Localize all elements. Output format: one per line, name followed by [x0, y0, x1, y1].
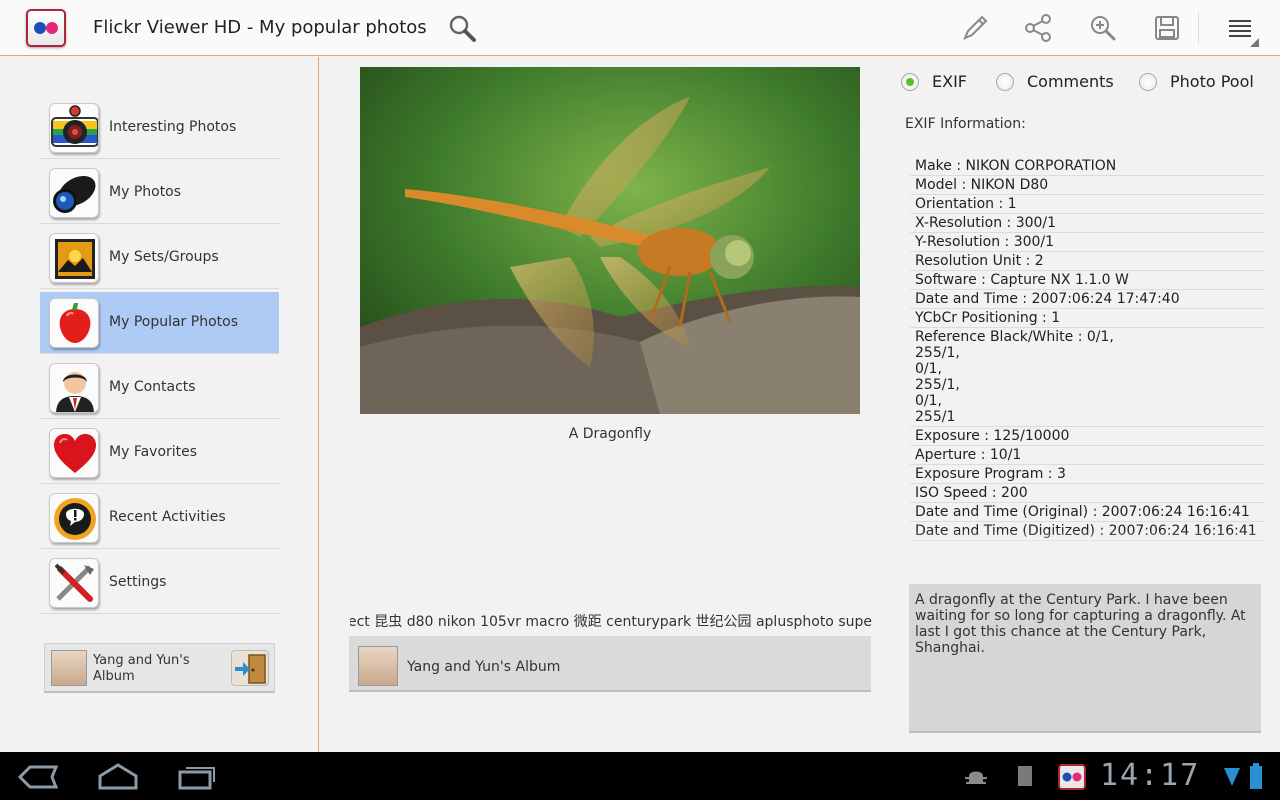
exif-row: Resolution Unit : 2: [910, 252, 1265, 271]
photo-description: A dragonfly at the Century Park. I have …: [909, 584, 1261, 733]
picture-icon: [49, 233, 99, 283]
photo-caption: A Dragonfly: [568, 426, 652, 442]
lens-icon: [49, 168, 99, 218]
account-card[interactable]: Yang and Yun's Album: [44, 643, 275, 693]
sd-card-icon: [1018, 766, 1032, 786]
wifi-icon: [1224, 768, 1240, 786]
sidebar-item-label: My Favorites: [109, 444, 198, 460]
exif-row: Y-Resolution : 300/1: [910, 233, 1265, 252]
account-name: Yang and Yun's Album: [93, 653, 190, 684]
edit-icon[interactable]: [959, 12, 991, 44]
tools-icon: [49, 558, 99, 608]
exif-row: Orientation : 1: [910, 195, 1265, 214]
album-name: Yang and Yun's Album: [407, 659, 561, 675]
album-link[interactable]: Yang and Yun's Album: [349, 636, 871, 692]
exif-row: Exposure : 125/10000: [910, 427, 1265, 446]
recent-apps-icon[interactable]: [176, 762, 220, 792]
exif-row: X-Resolution : 300/1: [910, 214, 1265, 233]
sidebar-item-my-photos[interactable]: My Photos: [40, 162, 279, 224]
action-bar: Flickr Viewer HD - My popular photos: [0, 0, 1280, 56]
photo-view[interactable]: [360, 67, 860, 414]
activity-icon: [49, 493, 99, 543]
home-icon[interactable]: [96, 762, 140, 792]
sidebar-item-my-popular-photos[interactable]: My Popular Photos: [40, 292, 279, 354]
menu-icon[interactable]: [1226, 14, 1260, 48]
system-bar: [0, 752, 1280, 800]
photo-tags: ral insect 昆虫 d80 nikon 105vr macro 微距 c…: [350, 614, 872, 630]
album-thumbnail: [358, 646, 398, 686]
exif-scroll-fade: [910, 530, 1265, 556]
back-icon[interactable]: [16, 762, 60, 792]
exif-radio[interactable]: [901, 73, 919, 91]
exif-row: Make : NIKON CORPORATION: [910, 157, 1265, 176]
camera-icon: [49, 103, 99, 153]
sidebar-item-label: My Sets/Groups: [109, 249, 219, 265]
account-avatar: [51, 650, 87, 686]
sidebar-item-settings[interactable]: Settings: [40, 552, 279, 614]
sidebar-item-my-favorites[interactable]: My Favorites: [40, 422, 279, 484]
app-title: Flickr Viewer HD - My popular photos: [93, 17, 427, 38]
photo-pool-radio[interactable]: [1139, 73, 1157, 91]
status-clock: 14:17: [1100, 758, 1201, 793]
battery-icon: [1250, 763, 1262, 789]
sidebar-item-recent-activities[interactable]: Recent Activities: [40, 487, 279, 549]
exif-row: Model : NIKON D80: [910, 176, 1265, 195]
exif-row: Exposure Program : 3: [910, 465, 1265, 484]
sidebar-item-interesting-photos[interactable]: Interesting Photos: [40, 97, 279, 159]
exif-row: YCbCr Positioning : 1: [910, 309, 1265, 328]
exif-row: Date and Time : 2007:06:24 17:47:40: [910, 290, 1265, 309]
save-icon[interactable]: [1151, 12, 1183, 44]
exif-row: Reference Black/White : 0/1, 255/1, 0/1,…: [910, 328, 1265, 427]
info-tabs: EXIF Comments Photo Pool: [900, 70, 1270, 94]
exif-heading: EXIF Information:: [905, 116, 1026, 132]
toolbar-divider: [1198, 12, 1199, 44]
tab-comments[interactable]: Comments: [1027, 72, 1114, 91]
heart-icon: [49, 428, 99, 478]
sidebar-item-my-contacts[interactable]: My Contacts: [40, 357, 279, 419]
tab-exif[interactable]: EXIF: [932, 72, 967, 91]
exif-list[interactable]: Make : NIKON CORPORATION Model : NIKON D…: [910, 157, 1265, 555]
exif-row: Date and Time (Original) : 2007:06:24 16…: [910, 503, 1265, 522]
sidebar-item-label: My Photos: [109, 184, 182, 200]
flickr-notification-icon: [1058, 764, 1086, 790]
pepper-icon: [49, 298, 99, 348]
contact-icon: [49, 363, 99, 413]
usb-debug-icon: [965, 771, 987, 784]
exif-row: ISO Speed : 200: [910, 484, 1265, 503]
sidebar-item-label: Recent Activities: [109, 509, 226, 525]
comments-radio[interactable]: [996, 73, 1014, 91]
logout-icon[interactable]: [231, 650, 269, 686]
exif-row: Aperture : 10/1: [910, 446, 1265, 465]
flickr-logo-icon[interactable]: [26, 9, 66, 47]
sidebar-item-label: My Popular Photos: [109, 314, 238, 330]
zoom-icon[interactable]: [1087, 12, 1119, 44]
tab-photo-pool[interactable]: Photo Pool: [1170, 72, 1254, 91]
search-icon[interactable]: [446, 12, 478, 44]
sidebar-item-label: Interesting Photos: [109, 119, 237, 135]
share-icon[interactable]: [1022, 12, 1054, 44]
sidebar-item-my-sets-groups[interactable]: My Sets/Groups: [40, 227, 279, 289]
exif-row: Software : Capture NX 1.1.0 W: [910, 271, 1265, 290]
sidebar-item-label: My Contacts: [109, 379, 196, 395]
sidebar: Interesting Photos My Photos My Sets/Gro…: [0, 57, 319, 752]
sidebar-item-label: Settings: [109, 574, 167, 590]
